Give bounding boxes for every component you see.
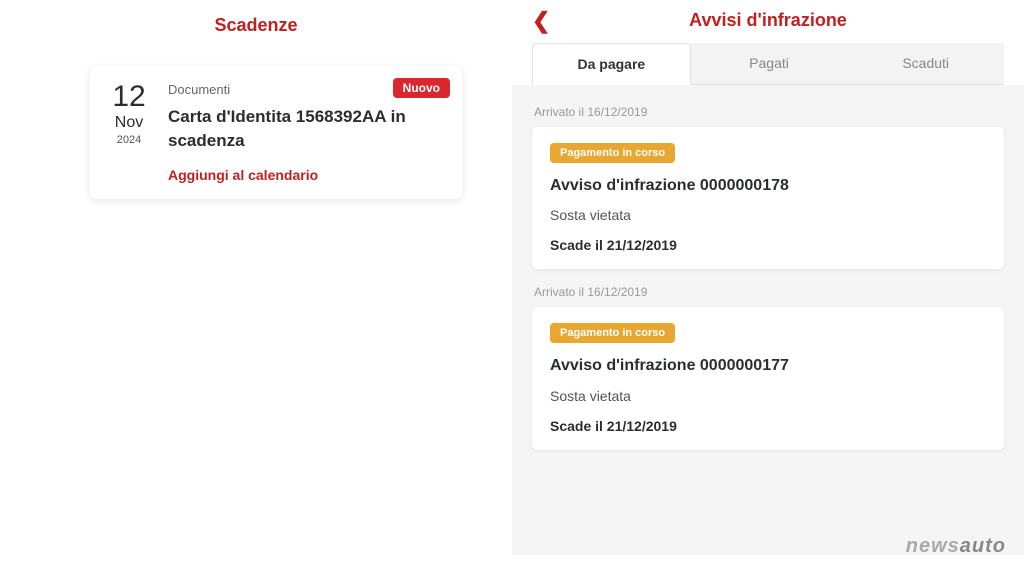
payment-status-badge: Pagamento in corso	[550, 323, 675, 343]
infraction-reason: Sosta vietata	[550, 207, 986, 223]
infraction-title: Avviso d'infrazione 0000000178	[550, 175, 986, 197]
watermark-part2: auto	[960, 535, 1006, 557]
tab-expired[interactable]: Scaduti	[847, 43, 1004, 84]
tab-to-pay[interactable]: Da pagare	[532, 43, 691, 85]
infraction-card[interactable]: Pagamento in corso Avviso d'infrazione 0…	[532, 307, 1004, 449]
right-panel: ❮ Avvisi d'infrazione Da pagare Pagati S…	[512, 0, 1024, 570]
new-badge: Nuovo	[393, 78, 450, 98]
deadline-date: 12 Nov 2024	[108, 82, 150, 183]
tabs: Da pagare Pagati Scaduti	[532, 43, 1004, 85]
watermark-part1: news	[906, 535, 960, 557]
back-chevron-icon[interactable]: ❮	[532, 8, 550, 34]
infraction-list: Arrivato il 16/12/2019 Pagamento in cors…	[512, 85, 1024, 555]
deadline-card[interactable]: Nuovo 12 Nov 2024 Documenti Carta d'Iden…	[90, 66, 462, 199]
infraction-reason: Sosta vietata	[550, 388, 986, 404]
infraction-due: Scade il 21/12/2019	[550, 418, 986, 434]
watermark: newsauto	[906, 535, 1006, 558]
right-header: ❮ Avvisi d'infrazione	[512, 0, 1024, 31]
deadline-month: Nov	[115, 114, 143, 132]
infractions-title: Avvisi d'infrazione	[689, 10, 847, 31]
tab-paid[interactable]: Pagati	[691, 43, 848, 84]
deadlines-title: Scadenze	[0, 15, 512, 36]
infraction-card[interactable]: Pagamento in corso Avviso d'infrazione 0…	[532, 127, 1004, 269]
left-panel: Scadenze Nuovo 12 Nov 2024 Documenti Car…	[0, 0, 512, 570]
deadline-day: 12	[112, 82, 145, 112]
add-to-calendar-link[interactable]: Aggiungi al calendario	[168, 167, 444, 183]
infraction-due: Scade il 21/12/2019	[550, 237, 986, 253]
arrival-label: Arrivato il 16/12/2019	[534, 285, 1004, 299]
deadline-heading: Carta d'Identita 1568392AA in scadenza	[168, 105, 444, 153]
infraction-title: Avviso d'infrazione 0000000177	[550, 355, 986, 377]
payment-status-badge: Pagamento in corso	[550, 143, 675, 163]
arrival-label: Arrivato il 16/12/2019	[534, 105, 1004, 119]
deadline-year: 2024	[117, 134, 141, 146]
